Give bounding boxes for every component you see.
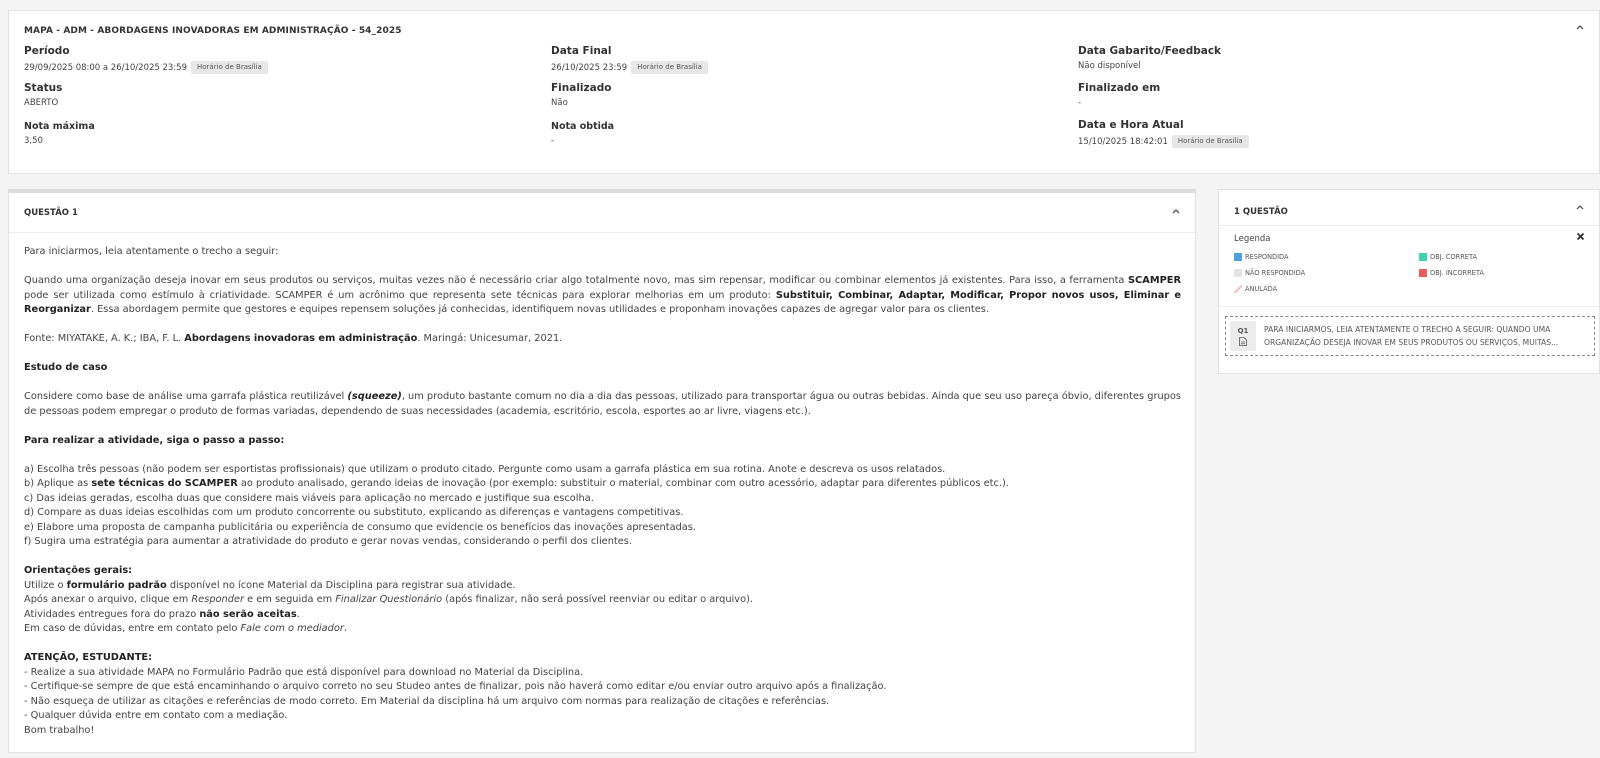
- attention-item: - Realize a sua atividade MAPA no Formul…: [24, 666, 584, 678]
- attention-item: - Certifique-se sempre de que está encam…: [24, 681, 887, 692]
- data-final-value-row: 26/10/2025 23:59 Horário de Brasília: [551, 61, 1078, 74]
- legend-nao-respondida: NÃO RESPONDIDA: [1234, 269, 1305, 277]
- attention-heading: ATENÇÃO, ESTUDANTE:: [24, 652, 153, 663]
- step-item: a) Escolha três pessoas (não podem ser e…: [24, 463, 946, 475]
- status-label: Status: [24, 82, 63, 94]
- question-navigator-panel: 1 QUESTÃO Legenda RESPONDIDA OBJ. CORRET…: [1218, 189, 1600, 374]
- nota-obtida-label: Nota obtida: [551, 121, 615, 132]
- case-study-heading: Estudo de caso: [24, 362, 108, 373]
- question-card: QUESTÃO 1 Para iniciarmos, leia atentame…: [8, 189, 1196, 753]
- chevron-up-icon[interactable]: [1171, 205, 1181, 219]
- chevron-up-icon[interactable]: [1575, 201, 1585, 215]
- data-hora-field: Data e Hora Atual 15/10/2025 18:42:01 Hor…: [1078, 119, 1585, 156]
- finalizado-em-field: Finalizado em -: [1078, 82, 1585, 119]
- finalizado-em-label: Finalizado em: [1078, 82, 1161, 94]
- data-hora-value: 15/10/2025 18:42:01: [1078, 137, 1168, 147]
- closing-text: Bom trabalho!: [24, 724, 95, 736]
- guideline-item: Atividades entregues fora do prazo não s…: [24, 608, 300, 620]
- legend-obj-incorreta: OBJ. INCORRETA: [1419, 269, 1484, 277]
- legend-swatch: [1234, 253, 1242, 261]
- periodo-value-row: 29/09/2025 08:00 a 26/10/2025 23:59 Horár…: [24, 61, 551, 74]
- scamper-paragraph: Quando uma organização deseja inovar em …: [24, 275, 1181, 315]
- activity-title: MAPA - ADM - ABORDAGENS INOVADORAS EM AD…: [24, 26, 402, 36]
- activity-info-grid: Período 29/09/2025 08:00 a 26/10/2025 23…: [24, 45, 1585, 156]
- legend-respondida: RESPONDIDA: [1234, 253, 1289, 261]
- periodo-label: Período: [24, 45, 70, 57]
- legend-swatch: [1419, 269, 1427, 277]
- nota-maxima-label: Nota máxima: [24, 121, 95, 132]
- document-icon: [1239, 336, 1247, 346]
- steps-heading: Para realizar a atividade, siga o passo …: [24, 434, 285, 446]
- close-icon[interactable]: [1576, 232, 1585, 244]
- data-hora-label: Data e Hora Atual: [1078, 119, 1184, 131]
- legend-obj-correta: OBJ. CORRETA: [1419, 253, 1477, 261]
- attention-item: - Não esqueça de utilizar as citações e …: [24, 695, 830, 707]
- question-number: Q1: [1237, 326, 1249, 335]
- question-header[interactable]: QUESTÃO 1: [9, 193, 1195, 233]
- divider: [1219, 306, 1599, 307]
- guideline-item: Após anexar o arquivo, clique em Respond…: [24, 594, 754, 605]
- gabarito-value: Não disponível: [1078, 61, 1141, 71]
- chevron-up-icon[interactable]: [1575, 21, 1585, 35]
- nota-maxima-field: Nota máxima 3,50: [24, 119, 551, 156]
- question-title: QUESTÃO 1: [24, 208, 78, 218]
- nota-obtida-value: -: [551, 136, 555, 146]
- legend-anulada: ANULADA: [1234, 285, 1277, 293]
- gabarito-field: Data Gabarito/Feedback Não disponível: [1078, 45, 1585, 82]
- legend-swatch: [1234, 285, 1242, 293]
- data-final-field: Data Final 26/10/2025 23:59 Horário de Br…: [551, 45, 1078, 82]
- guideline-item: Em caso de dúvidas, entre em contato pel…: [24, 623, 348, 634]
- question-number-box: Q1: [1230, 321, 1256, 351]
- step-item: d) Compare as duas ideias escolhidas com…: [24, 507, 684, 518]
- data-final-label: Data Final: [551, 45, 612, 57]
- data-final-value: 26/10/2025 23:59: [551, 63, 628, 73]
- legend-title: Legenda: [1234, 234, 1271, 244]
- nota-obtida-field: Nota obtida -: [551, 119, 1078, 156]
- data-hora-value-row: 15/10/2025 18:42:01 Horário de Brasília: [1078, 135, 1585, 148]
- navigator-title: 1 QUESTÃO: [1234, 207, 1288, 217]
- question-intro: Para iniciarmos, leia atentamente o trec…: [24, 246, 279, 257]
- case-study-paragraph: Considere como base de análise uma garra…: [24, 391, 1182, 417]
- timezone-badge: Horário de Brasília: [1171, 135, 1249, 148]
- finalizado-em-value: -: [1078, 98, 1082, 108]
- guidelines-heading: Orientações gerais:: [24, 565, 133, 576]
- attention-item: - Qualquer dúvida entre em contato com a…: [24, 710, 288, 721]
- question-preview-text: PARA INICIARMOS, LEIA ATENTAMENTE O TREC…: [1264, 325, 1559, 347]
- periodo-value: 29/09/2025 08:00 a 26/10/2025 23:59: [24, 63, 187, 73]
- guideline-item: Utilize o formulário padrão disponível n…: [24, 579, 516, 591]
- question-body: Para iniciarmos, leia atentamente o trec…: [9, 233, 1195, 738]
- source-citation: Fonte: MIYATAKE, A. K.; IBA, F. L. Abord…: [24, 333, 563, 344]
- legend-swatch: [1419, 253, 1427, 261]
- finalizado-label: Finalizado: [551, 82, 612, 94]
- question-nav-item[interactable]: Q1 PARA INICIARMOS, LEIA ATENTAMENTE O T…: [1225, 316, 1595, 356]
- status-value: ABERTO: [24, 98, 59, 108]
- step-item: b) Aplique as sete técnicas do SCAMPER a…: [24, 478, 1009, 489]
- nota-maxima-value: 3,50: [24, 136, 43, 146]
- step-item: f) Sugira uma estratégia para aumentar a…: [24, 536, 633, 547]
- legend-swatch: [1234, 269, 1242, 277]
- step-item: e) Elabore uma proposta de campanha publ…: [24, 521, 697, 533]
- finalizado-value: Não: [551, 98, 568, 108]
- status-field: Status ABERTO: [24, 82, 551, 119]
- periodo-field: Período 29/09/2025 08:00 a 26/10/2025 23…: [24, 45, 551, 82]
- gabarito-label: Data Gabarito/Feedback: [1078, 45, 1222, 57]
- activity-info-card: MAPA - ADM - ABORDAGENS INOVADORAS EM AD…: [8, 10, 1600, 174]
- step-item: c) Das ideias geradas, escolha duas que …: [24, 492, 594, 504]
- navigator-header[interactable]: 1 QUESTÃO: [1219, 190, 1599, 226]
- timezone-badge: Horário de Brasília: [191, 61, 268, 74]
- timezone-badge: Horário de Brasília: [631, 61, 708, 74]
- finalizado-field: Finalizado Não: [551, 82, 1078, 119]
